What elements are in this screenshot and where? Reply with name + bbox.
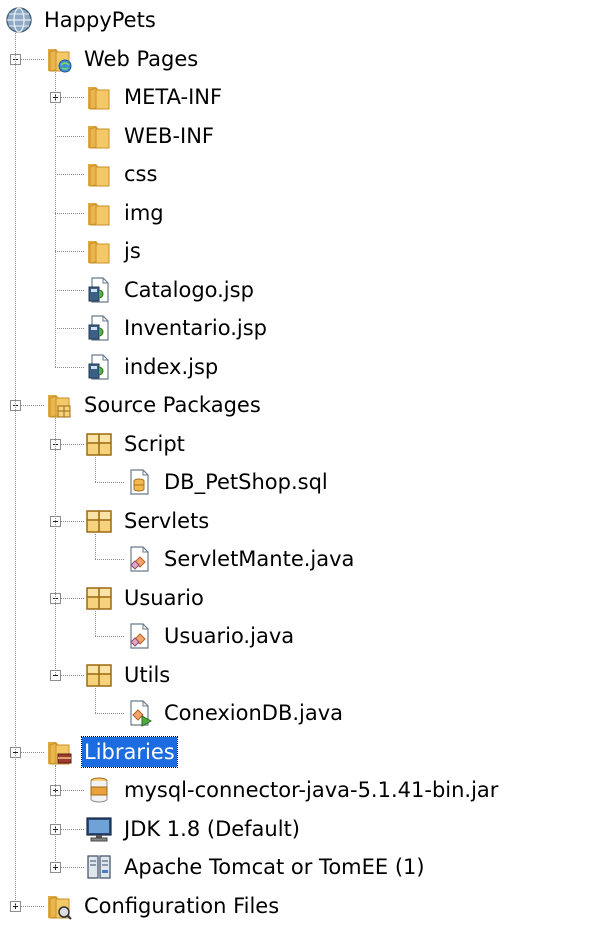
tree-node-label: Script [124, 431, 185, 456]
tree-node[interactable]: Configuration Files [0, 887, 607, 925]
jsp-file-icon [84, 275, 114, 305]
libraries-folder-icon [44, 737, 74, 767]
tree-node-label: HappyPets [44, 8, 156, 32]
tree-node-label: Web Pages [84, 46, 199, 71]
package-icon [84, 506, 114, 536]
tree-node-label: Usuario.java [164, 624, 295, 648]
tree-node-label: css [124, 162, 158, 186]
tree-node[interactable]: Catalogo.jsp [0, 271, 607, 309]
folder-icon [84, 121, 114, 151]
sql-file-icon [124, 467, 154, 497]
tree-guide-line [95, 456, 96, 482]
tree-guide-line [15, 33, 16, 906]
tree-node-label: Configuration Files [84, 893, 280, 918]
tree-node[interactable]: JDK 1.8 (Default) [0, 810, 607, 848]
tree-branch-line [55, 212, 84, 214]
tree-branch-line [55, 328, 84, 329]
tree-node[interactable]: mysql-connector-java-5.1.41-bin.jar [0, 771, 607, 809]
jsp-file-icon [84, 313, 114, 343]
tree-node[interactable]: HappyPets [0, 1, 607, 39]
tree-node-label: Libraries [81, 735, 178, 768]
tree-branch-line [55, 251, 84, 252]
folder-icon [84, 236, 114, 266]
tree-node[interactable]: WEB-INF [0, 117, 607, 155]
tree-branch-line [95, 559, 124, 560]
tree-node-label: mysql-connector-java-5.1.41-bin.jar [124, 778, 499, 802]
tree-branch-line [55, 174, 84, 175]
tree-guide-line [95, 687, 96, 713]
tree-node-label: Apache Tomcat or TomEE (1) [124, 855, 425, 879]
tree-node[interactable]: Script [0, 425, 607, 463]
tree-node-label: ConexionDB.java [164, 701, 344, 725]
tree-branch-line [95, 713, 124, 714]
globe-project-icon [4, 5, 34, 35]
tree-node[interactable]: css [0, 155, 607, 193]
tree-guide-line [55, 764, 56, 867]
folder-icon [84, 82, 114, 112]
tree-node[interactable]: Libraries [0, 733, 607, 771]
config-folder-icon [44, 891, 74, 921]
server-library-icon [84, 852, 114, 882]
tree-node[interactable]: Utils [0, 656, 607, 694]
tree-node[interactable]: Source Packages [0, 386, 607, 424]
tree-node-label: Servlets [124, 508, 210, 533]
project-tree: HappyPets Web Pages META-INF WEB-INF css img j… [0, 0, 607, 929]
tree-node-label: META-INF [124, 85, 223, 109]
tree-node[interactable]: img [0, 194, 607, 232]
java-file-icon [124, 544, 154, 574]
package-icon [84, 429, 114, 459]
tree-node-label: Catalogo.jsp [124, 277, 254, 302]
tree-node[interactable]: DB_PetShop.sql [0, 463, 607, 501]
tree-branch-line [55, 366, 84, 368]
tree-node[interactable]: ServletMante.java [0, 540, 607, 578]
tree-node-label: Usuario [124, 585, 204, 610]
tree-branch-line [55, 135, 84, 137]
tree-branch-line [55, 289, 84, 291]
tree-node[interactable]: Usuario.java [0, 617, 607, 655]
tree-node[interactable]: Servlets [0, 502, 607, 540]
tree-guide-line [55, 418, 56, 675]
java-file-icon [124, 621, 154, 651]
tree-node-label: WEB-INF [124, 123, 214, 148]
tree-node[interactable]: Inventario.jsp [0, 309, 607, 347]
folder-icon [84, 159, 114, 189]
java-main-file-icon [124, 698, 154, 728]
tree-node-label: index.jsp [124, 354, 219, 379]
package-icon [84, 660, 114, 690]
tree-node[interactable]: Apache Tomcat or TomEE (1) [0, 848, 607, 886]
tree-node-label: JDK 1.8 (Default) [124, 816, 300, 841]
source-packages-icon [44, 390, 74, 420]
tree-node-label: Source Packages [84, 393, 261, 417]
tree-branch-line [95, 636, 124, 637]
package-icon [84, 583, 114, 613]
tree-node[interactable]: ConexionDB.java [0, 694, 607, 732]
folder-icon [84, 198, 114, 228]
tree-node[interactable]: js [0, 232, 607, 270]
tree-node-label: Inventario.jsp [124, 316, 267, 340]
tree-node-label: img [124, 200, 164, 225]
tree-node[interactable]: Usuario [0, 579, 607, 617]
tree-node-label: Utils [124, 662, 171, 687]
jar-icon [84, 775, 114, 805]
jsp-file-icon [84, 352, 114, 382]
jdk-monitor-icon [84, 814, 114, 844]
tree-branch-line [95, 482, 124, 483]
tree-guide-line [95, 610, 96, 636]
web-folder-icon [44, 44, 74, 74]
tree-guide-line [95, 533, 96, 559]
tree-node-label: DB_PetShop.sql [164, 470, 328, 494]
tree-node[interactable]: Web Pages [0, 40, 607, 78]
tree-node[interactable]: index.jsp [0, 348, 607, 386]
tree-node-label: ServletMante.java [164, 547, 355, 571]
tree-node[interactable]: META-INF [0, 78, 607, 116]
tree-node-label: js [124, 239, 141, 263]
tree-guide-line [55, 71, 56, 367]
